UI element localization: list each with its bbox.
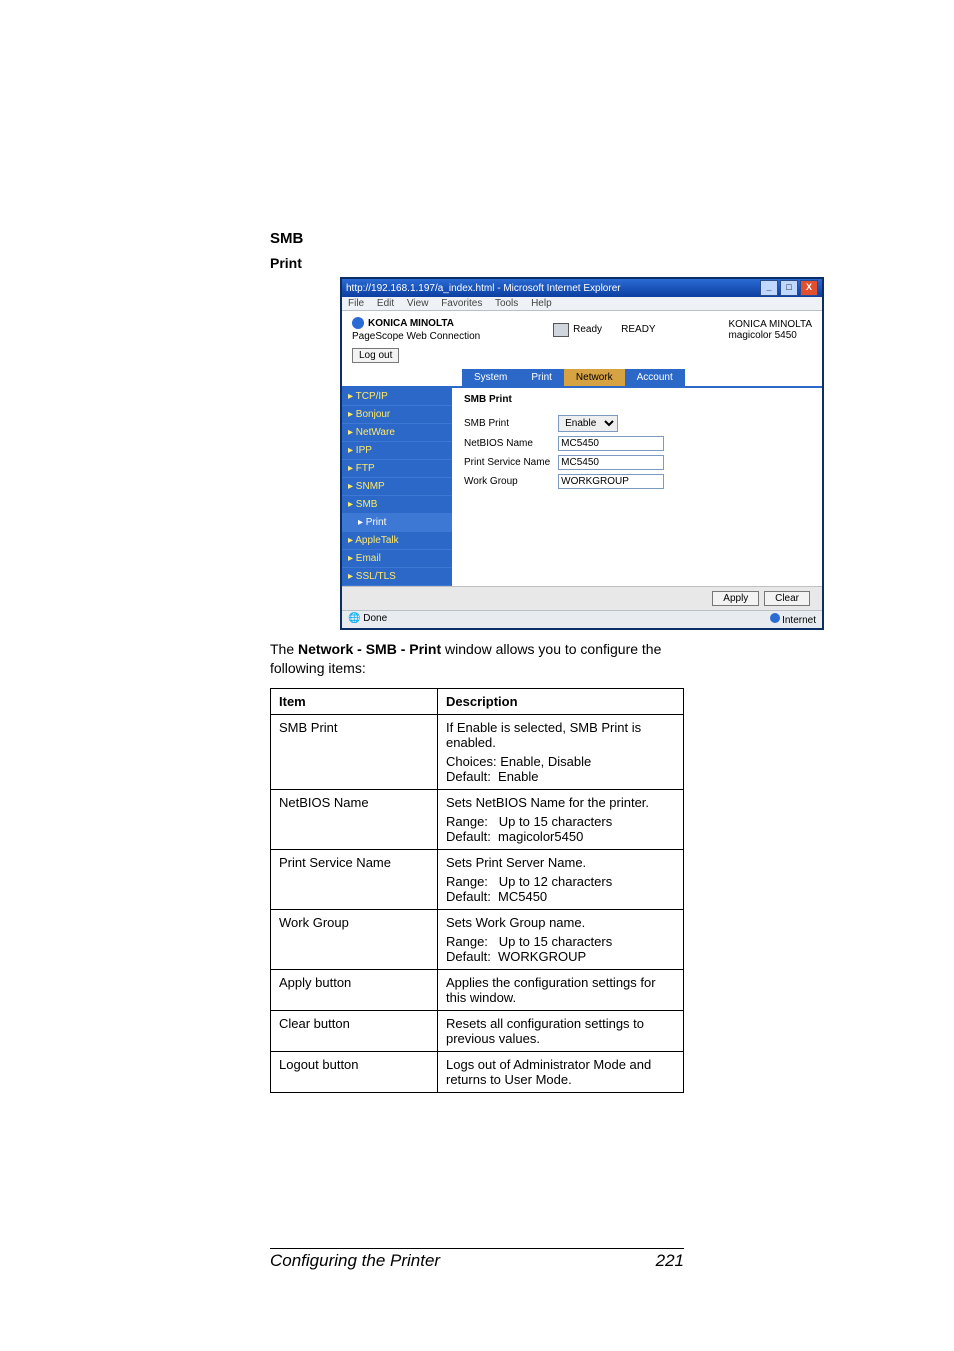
table-desc-cell: Sets Work Group name.Range: Up to 15 cha…	[438, 909, 684, 969]
smbprint-select[interactable]: Enable	[558, 415, 618, 432]
window-titlebar: http://192.168.1.197/a_index.html - Micr…	[342, 279, 822, 297]
workgroup-input[interactable]	[558, 474, 664, 489]
browser-menubar: File Edit View Favorites Tools Help	[342, 297, 822, 310]
table-header-description: Description	[438, 688, 684, 714]
right-model: magicolor 5450	[728, 330, 796, 341]
heading-print: Print	[270, 255, 684, 271]
clear-button[interactable]: Clear	[764, 591, 810, 606]
status-done: 🌐 Done	[348, 613, 387, 626]
apply-button[interactable]: Apply	[712, 591, 759, 606]
sidebar-item-tcpip[interactable]: ▸ TCP/IP	[342, 388, 452, 406]
menu-view[interactable]: View	[407, 298, 429, 309]
maximize-icon[interactable]: □	[780, 280, 798, 296]
main-panel: SMB Print SMB Print Enable NetBIOS Name …	[452, 388, 822, 586]
caption: The Network - SMB - Print window allows …	[270, 640, 684, 678]
close-icon[interactable]: X	[800, 280, 818, 296]
field-label-workgroup: Work Group	[464, 472, 558, 491]
menu-edit[interactable]: Edit	[377, 298, 394, 309]
sidebar-item-email[interactable]: ▸ Email	[342, 550, 452, 568]
sidebar-item-ipp[interactable]: ▸ IPP	[342, 442, 452, 460]
connection-label: PageScope Web Connection	[352, 331, 480, 342]
table-item-cell: SMB Print	[271, 714, 438, 789]
km-logo-icon	[352, 317, 364, 329]
tab-account[interactable]: Account	[625, 369, 685, 386]
field-label-smbprint: SMB Print	[464, 413, 558, 434]
sidebar-item-netware[interactable]: ▸ NetWare	[342, 424, 452, 442]
table-desc-cell: If Enable is selected, SMB Print is enab…	[438, 714, 684, 789]
ready-label: Ready	[573, 324, 602, 335]
field-label-service: Print Service Name	[464, 453, 558, 472]
window-title: http://192.168.1.197/a_index.html - Micr…	[346, 283, 621, 294]
sidebar-item-smb-print[interactable]: ▸ Print	[342, 514, 452, 532]
brand-label: KONICA MINOLTA	[368, 318, 454, 329]
service-input[interactable]	[558, 455, 664, 470]
tab-network[interactable]: Network	[564, 369, 625, 386]
sidebar-item-snmp[interactable]: ▸ SNMP	[342, 478, 452, 496]
footer-title: Configuring the Printer	[270, 1251, 440, 1271]
tab-print[interactable]: Print	[519, 369, 564, 386]
menu-favorites[interactable]: Favorites	[441, 298, 482, 309]
sidebar-item-smb[interactable]: ▸ SMB	[342, 496, 452, 514]
logout-button[interactable]: Log out	[352, 348, 399, 363]
sidebar-item-bonjour[interactable]: ▸ Bonjour	[342, 406, 452, 424]
description-table: Item Description SMB PrintIf Enable is s…	[270, 688, 684, 1093]
table-item-cell: Logout button	[271, 1051, 438, 1092]
tab-row: System Print Network Account	[452, 369, 822, 386]
table-desc-cell: Logs out of Administrator Mode and retur…	[438, 1051, 684, 1092]
sidebar: ▸ TCP/IP ▸ Bonjour ▸ NetWare ▸ IPP ▸ FTP…	[342, 388, 452, 586]
netbios-input[interactable]	[558, 436, 664, 451]
panel-title: SMB Print	[464, 394, 810, 405]
table-desc-cell: Applies the configuration settings for t…	[438, 969, 684, 1010]
ready-status: READY	[621, 324, 655, 335]
table-desc-cell: Sets NetBIOS Name for the printer.Range:…	[438, 789, 684, 849]
sidebar-item-ssltls[interactable]: ▸ SSL/TLS	[342, 568, 452, 586]
table-item-cell: Work Group	[271, 909, 438, 969]
table-item-cell: Clear button	[271, 1010, 438, 1051]
heading-smb: SMB	[270, 230, 684, 247]
table-desc-cell: Sets Print Server Name.Range: Up to 12 c…	[438, 849, 684, 909]
globe-icon	[770, 613, 780, 623]
footer-page: 221	[656, 1251, 684, 1271]
sidebar-item-appletalk[interactable]: ▸ AppleTalk	[342, 532, 452, 550]
table-item-cell: NetBIOS Name	[271, 789, 438, 849]
table-desc-cell: Resets all configuration settings to pre…	[438, 1010, 684, 1051]
table-header-item: Item	[271, 688, 438, 714]
status-zone: Internet	[782, 615, 816, 626]
menu-file[interactable]: File	[348, 298, 364, 309]
menu-tools[interactable]: Tools	[495, 298, 518, 309]
minimize-icon[interactable]: _	[760, 280, 778, 296]
page-footer: Configuring the Printer 221	[270, 1248, 684, 1271]
field-label-netbios: NetBIOS Name	[464, 434, 558, 453]
table-item-cell: Print Service Name	[271, 849, 438, 909]
sidebar-item-ftp[interactable]: ▸ FTP	[342, 460, 452, 478]
menu-help[interactable]: Help	[531, 298, 552, 309]
tab-system[interactable]: System	[462, 369, 519, 386]
printer-icon	[553, 323, 569, 337]
table-item-cell: Apply button	[271, 969, 438, 1010]
right-brand: KONICA MINOLTA	[728, 319, 812, 330]
window-buttons: _ □ X	[760, 280, 818, 296]
browser-window: http://192.168.1.197/a_index.html - Micr…	[340, 277, 824, 630]
